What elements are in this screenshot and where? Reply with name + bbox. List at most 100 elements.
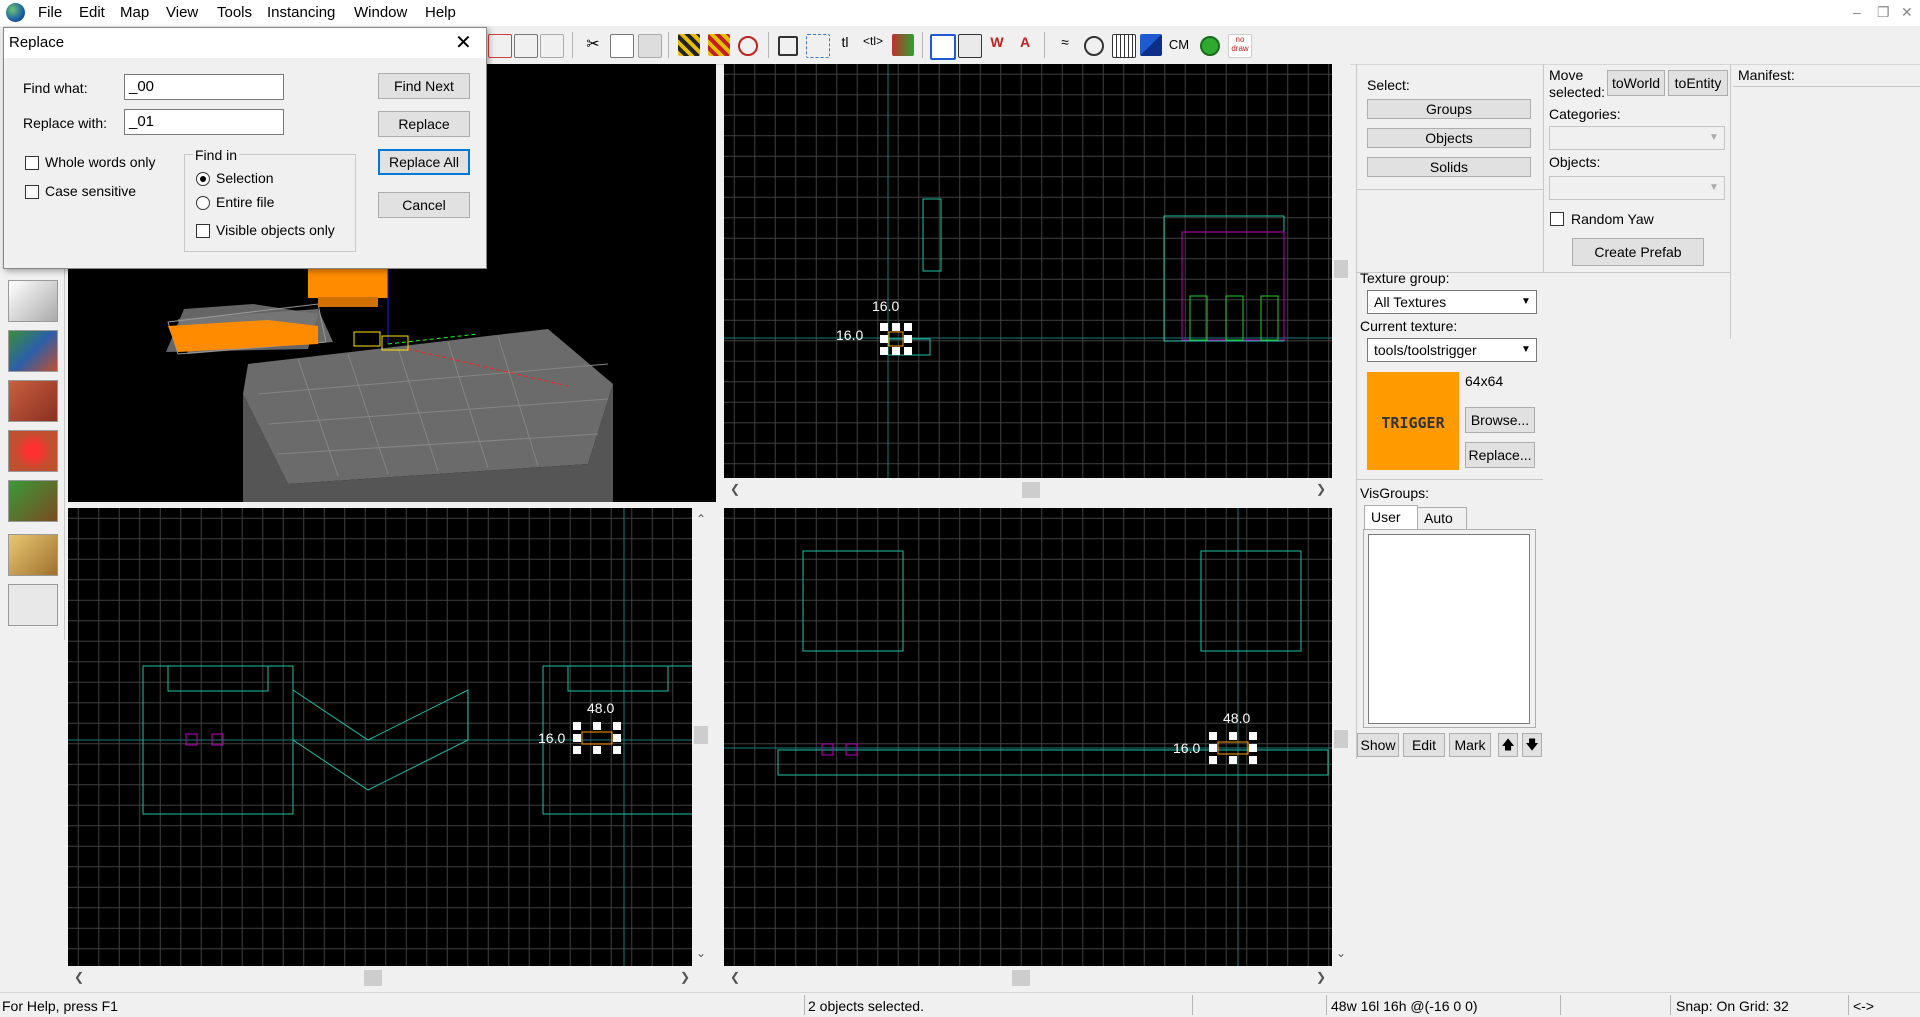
menu-instancing[interactable]: Instancing [267,4,335,21]
random-yaw-checkbox[interactable] [1550,212,1564,226]
hide-selected-icon[interactable] [678,34,700,56]
scrollbar-vertical[interactable]: ⌄ [1332,508,1350,966]
scrollbar-horizontal[interactable]: ❮ ❯ [724,478,1332,502]
menu-help[interactable]: Help [425,4,456,21]
scroll-down-icon[interactable]: ⌄ [1336,946,1346,960]
draw-models-icon[interactable]: W [986,34,1008,56]
to-world-button[interactable]: toWorld [1607,70,1665,96]
visible-only-checkbox[interactable] [196,224,210,238]
vertex-tool-icon[interactable] [8,584,58,626]
scroll-up-icon[interactable]: ⌃ [696,512,706,526]
visgroup-mark-button[interactable]: Mark [1449,733,1491,757]
ungroup-icon[interactable] [540,34,564,58]
decal-tool-icon[interactable] [8,430,58,472]
globe-toggle-icon[interactable] [1084,36,1104,56]
visgroup-show-button[interactable]: Show [1357,733,1399,757]
scroll-right-icon[interactable]: ❯ [680,970,690,984]
scrollbar-horizontal[interactable]: ❮ ❯ [724,966,1332,990]
compile-icon[interactable]: ≈ [1054,34,1076,56]
texture-preview[interactable]: TRIGGER [1367,372,1459,470]
to-entity-button[interactable]: toEntity [1668,70,1728,96]
visgroups-list[interactable] [1368,534,1530,724]
tab-auto[interactable]: Auto [1417,507,1467,530]
nodraw-icon[interactable]: no draw [1228,34,1252,58]
carve-icon[interactable] [488,34,512,58]
app-globe-icon[interactable] [6,3,25,22]
overlay-tool-icon[interactable] [8,480,58,522]
replace-button[interactable]: Replace [378,111,470,137]
copy-icon[interactable] [610,34,634,58]
overlap-icon[interactable] [1140,34,1162,56]
displacement-icon[interactable] [892,34,914,56]
viewport-top[interactable]: 16.0 16.0 [724,64,1332,478]
draw-lines-icon[interactable] [958,34,982,58]
find-next-button[interactable]: Find Next [378,73,470,99]
scrollbar-vertical[interactable] [1332,64,1350,478]
draw-origins-icon[interactable]: A [1014,34,1036,56]
menu-edit[interactable]: Edit [79,4,105,21]
scroll-right-icon[interactable]: ❯ [1316,970,1326,984]
entire-file-radio[interactable] [196,196,210,210]
menu-tools[interactable]: Tools [217,4,252,21]
leaf-icon[interactable] [1200,36,1220,56]
group-icon[interactable] [514,34,538,58]
dialog-title-bar[interactable]: Replace ✕ [4,28,486,58]
viewport-front[interactable]: 48.0 16.0 [68,508,692,966]
clip-tool-icon[interactable] [8,534,58,576]
replace-with-input[interactable]: _01 [124,109,284,135]
draw-helpers-icon[interactable] [930,34,956,60]
scrollbar-thumb[interactable] [1334,730,1348,748]
scroll-left-icon[interactable]: ❮ [730,482,740,496]
close-icon[interactable]: ✕ [1901,4,1913,21]
scrollbar-thumb[interactable] [1334,260,1348,278]
restore-icon[interactable]: ❐ [1877,4,1890,21]
close-icon[interactable]: ✕ [455,30,472,55]
scrollbar-thumb[interactable] [1022,482,1040,498]
visgroup-edit-button[interactable]: Edit [1403,733,1445,757]
replace-texture-button[interactable]: Replace... [1465,442,1535,468]
objects-dropdown[interactable]: ▼ [1549,176,1725,200]
case-sensitive-checkbox[interactable] [25,185,39,199]
select-groups-button[interactable]: Groups [1367,99,1531,119]
texture-lock-icon[interactable]: tl [834,34,856,56]
current-texture-dropdown[interactable]: tools/toolstrigger ▼ [1367,338,1537,362]
visgroup-up-button[interactable]: 🡅 [1498,733,1518,757]
create-prefab-button[interactable]: Create Prefab [1572,238,1704,266]
show-all-icon[interactable] [738,36,758,56]
whole-words-checkbox[interactable] [25,156,39,170]
browse-button[interactable]: Browse... [1465,407,1535,433]
replace-all-button[interactable]: Replace All [378,149,470,175]
scrollbar-thumb[interactable] [1012,970,1030,986]
find-what-input[interactable]: _00 [124,74,284,100]
menu-file[interactable]: File [38,4,62,21]
scrollbar-vertical[interactable]: ⌃ ⌄ [692,508,710,966]
scrollbar-thumb[interactable] [694,726,708,744]
apply-texture-icon[interactable] [8,380,58,422]
menu-view[interactable]: View [166,4,198,21]
viewport-side[interactable]: 48.0 16.0 [724,508,1332,966]
hide-unselected-icon[interactable] [708,34,730,56]
menu-map[interactable]: Map [120,4,149,21]
cancel-button[interactable]: Cancel [378,192,470,218]
selection-box-icon[interactable] [778,36,798,56]
texture-browser-icon[interactable] [1112,34,1136,58]
block-tool-icon[interactable] [8,280,58,322]
select-cursor-icon[interactable] [806,34,830,58]
scroll-left-icon[interactable]: ❮ [730,970,740,984]
scrollbar-thumb[interactable] [364,970,382,986]
menu-window[interactable]: Window [354,4,407,21]
categories-dropdown[interactable]: ▼ [1549,126,1725,150]
cut-icon[interactable]: ✂ [582,34,604,56]
paste-icon[interactable] [638,34,662,58]
select-solids-button[interactable]: Solids [1367,157,1531,177]
minimize-icon[interactable]: – [1853,4,1861,20]
scroll-down-icon[interactable]: ⌄ [696,946,706,960]
selection-radio[interactable] [196,172,210,186]
visgroup-down-button[interactable]: 🡇 [1522,733,1542,757]
texture-tool-icon[interactable] [8,330,58,372]
tab-user[interactable]: User [1364,505,1418,530]
scroll-left-icon[interactable]: ❮ [74,970,84,984]
cordon-label[interactable]: CM [1168,34,1190,56]
select-objects-button[interactable]: Objects [1367,128,1531,148]
scroll-right-icon[interactable]: ❯ [1316,482,1326,496]
